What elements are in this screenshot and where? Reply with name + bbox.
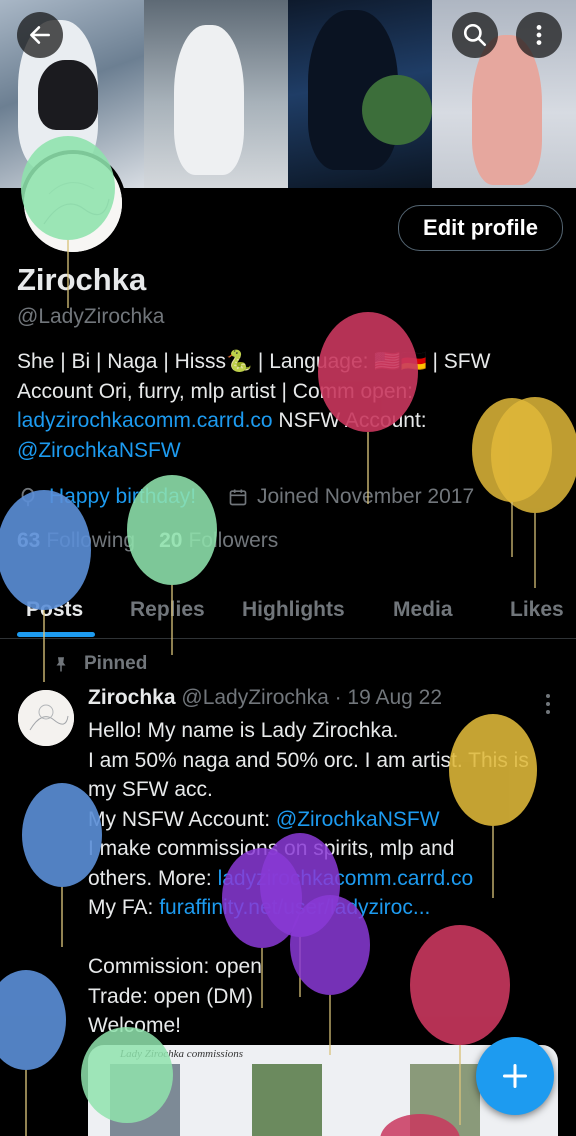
post-line: My NSFW Account: @ZirochkaNSFW xyxy=(88,807,440,831)
bio-nsfw-mention[interactable]: @ZirochkaNSFW xyxy=(17,439,181,462)
search-icon xyxy=(463,23,487,47)
media-caption: Lady Zirochka commissions xyxy=(120,1048,244,1060)
profile-avatar[interactable] xyxy=(20,150,126,256)
more-options-button[interactable] xyxy=(516,12,562,58)
followers-link[interactable]: 20 Followers xyxy=(159,529,278,553)
post-line: Hello! My name is Lady Zirochka. xyxy=(88,719,399,742)
pin-icon xyxy=(56,657,66,672)
bio-line-3: ladyzirochkacomm.carrd.co NSFW Account: xyxy=(17,406,562,436)
balloon-birthday-icon xyxy=(21,487,35,507)
post-avatar[interactable] xyxy=(18,690,74,746)
edit-profile-button[interactable]: Edit profile xyxy=(398,205,563,251)
banner-art-2 xyxy=(144,0,288,188)
bio-line-2: Account Ori, furry, mlp artist | Comm op… xyxy=(17,379,414,403)
post-line: I am 50% naga and 50% orc. I am artist. … xyxy=(88,748,529,772)
compose-post-button[interactable] xyxy=(476,1037,554,1115)
bio-carrd-link[interactable]: ladyzirochkacomm.carrd.co xyxy=(17,409,273,432)
bio-line-1: She | Bi | Naga | Hisss🐍 | Language: 🇺🇸🇩… xyxy=(17,350,491,373)
post-author[interactable]: Zirochka xyxy=(88,686,176,709)
vertical-dots-icon xyxy=(536,25,542,45)
post-line: Welcome! xyxy=(88,1014,181,1037)
profile-handle: @LadyZirochka xyxy=(17,305,165,328)
post-header: Zirochka @LadyZirochka · 19 Aug 22 xyxy=(88,686,442,710)
pinned-indicator: Pinned xyxy=(52,653,147,675)
active-tab-indicator xyxy=(17,632,95,637)
tab-media[interactable]: Media xyxy=(393,588,453,632)
post-line: My FA: furaffinity.net/user/ladyziroc... xyxy=(88,896,431,919)
avatar-sketch xyxy=(24,154,122,252)
joined-text: Joined November 2017 xyxy=(257,485,475,508)
search-button[interactable] xyxy=(452,12,498,58)
post-avatar-sketch xyxy=(18,690,74,746)
media-thumb xyxy=(252,1064,322,1136)
post-fa-link[interactable]: furaffinity.net/user/ladyziroc... xyxy=(159,896,430,919)
pinned-label: Pinned xyxy=(84,653,148,674)
calendar-icon xyxy=(229,489,247,506)
tab-likes[interactable]: Likes xyxy=(510,588,564,632)
arrow-left-icon xyxy=(30,26,50,44)
bio-line-4: @ZirochkaNSFW xyxy=(17,436,562,466)
post-line: others. More: ladyzirochkacomm.carrd.co xyxy=(88,866,474,890)
tab-replies[interactable]: Replies xyxy=(130,588,205,632)
media-thumb xyxy=(110,1064,180,1136)
follow-stats: 63 Following 20 Followers xyxy=(17,529,278,553)
post-meta: @LadyZirochka · 19 Aug 22 xyxy=(181,686,443,709)
birthday-row: Happy birthday! xyxy=(17,483,196,511)
balloon xyxy=(0,970,66,1136)
following-link[interactable]: 63 Following xyxy=(17,529,135,553)
plus-icon xyxy=(502,1063,528,1089)
post-line: Commission: open xyxy=(88,955,262,978)
back-button[interactable] xyxy=(17,12,63,58)
profile-tabs: Posts Replies Highlights Media Likes xyxy=(0,588,576,639)
birthday-text: Happy birthday! xyxy=(49,485,197,508)
joined-row: Joined November 2017 xyxy=(228,483,474,511)
post-text: Hello! My name is Lady Zirochka. I am 50… xyxy=(88,716,563,1041)
profile-bio: She | Bi | Naga | Hisss🐍 | Language: 🇺🇸🇩… xyxy=(17,347,562,465)
post-line: Trade: open (DM) xyxy=(88,984,253,1008)
post-more-icon[interactable] xyxy=(540,692,556,716)
post-nsfw-mention[interactable]: @ZirochkaNSFW xyxy=(276,808,440,831)
post-line: my SFW acc. xyxy=(88,778,213,801)
media-thumb xyxy=(410,1064,480,1136)
tab-highlights[interactable]: Highlights xyxy=(242,588,345,632)
banner-art-3 xyxy=(288,0,432,188)
bio-nsfw-label: NSFW Account: xyxy=(272,409,427,432)
post-carrd-link[interactable]: ladyzirochkacomm.carrd.co xyxy=(218,867,474,890)
profile-name: Zirochka xyxy=(17,262,147,297)
tab-posts[interactable]: Posts xyxy=(26,588,83,632)
post-line: I make commissions on spirits, mlp and xyxy=(88,837,455,860)
